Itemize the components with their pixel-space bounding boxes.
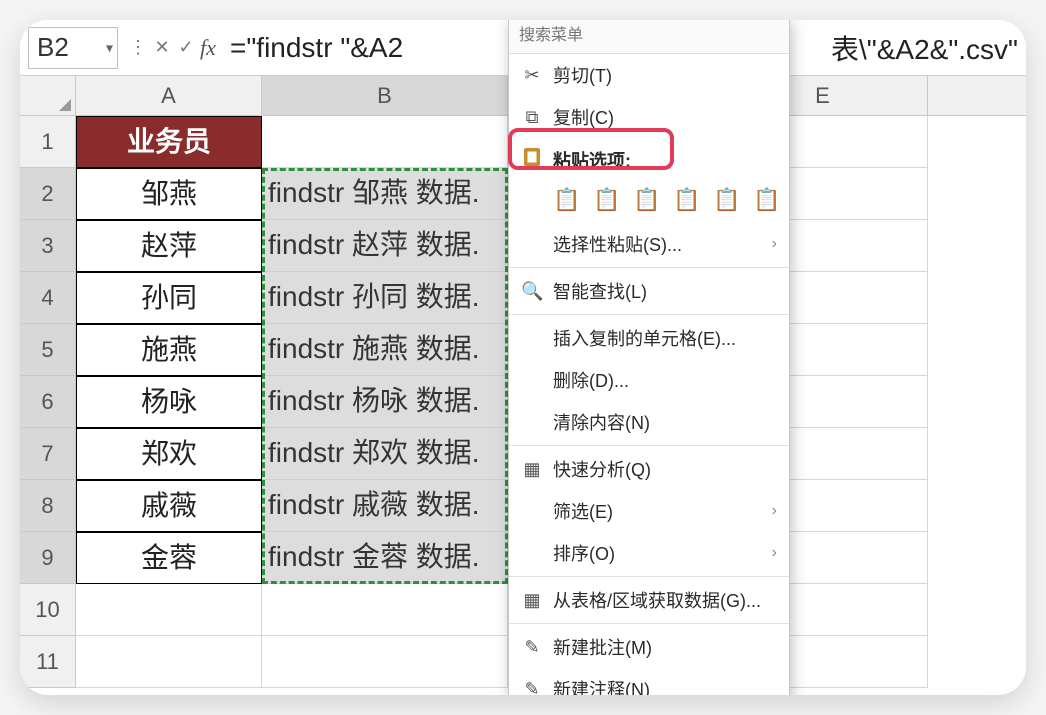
cell-b8[interactable]: findstr 戚薇 数据.	[262, 480, 508, 532]
cell-a9[interactable]: 金蓉	[76, 532, 262, 584]
formula-text-right: 表\"&A2&".csv"	[831, 28, 1018, 68]
menu-separator	[509, 445, 789, 446]
menu-label: 清除内容(N)	[553, 409, 777, 435]
menu-label: 从表格/区域获取数据(G)...	[553, 587, 777, 613]
chevron-right-icon: ›	[772, 502, 777, 520]
menu-label: 快速分析(Q)	[553, 456, 777, 482]
row-header[interactable]: 3	[20, 220, 76, 272]
menu-label: 剪切(T)	[553, 62, 777, 88]
menu-quick-analysis[interactable]: ▦ 快速分析(Q)	[509, 448, 789, 490]
name-box[interactable]: B2 ▾	[28, 27, 118, 69]
menu-label: 智能查找(L)	[553, 278, 777, 304]
cell-a4[interactable]: 孙同	[76, 272, 262, 324]
accept-icon[interactable]: ✓	[176, 37, 196, 58]
chevron-right-icon: ›	[772, 544, 777, 562]
menu-label: 筛选(E)	[553, 498, 762, 524]
note-icon: ✎	[521, 679, 543, 696]
cell-a8[interactable]: 戚薇	[76, 480, 262, 532]
cell-b9[interactable]: findstr 金蓉 数据.	[262, 532, 508, 584]
app-window: B2 ▾ ⋮ ✕ ✓ fx ="findstr "&A2 表\"&A2&".cs…	[20, 20, 1026, 695]
row-header[interactable]: 1	[20, 116, 76, 168]
menu-smart-lookup[interactable]: 🔍 智能查找(L)	[509, 270, 789, 312]
cell-b4[interactable]: findstr 孙同 数据.	[262, 272, 508, 324]
row-header[interactable]: 2	[20, 168, 76, 220]
dots-icon: ⋮	[128, 37, 148, 58]
menu-new-comment[interactable]: ✎ 新建批注(M)	[509, 626, 789, 668]
menu-search-input[interactable]	[509, 20, 789, 54]
menu-clear[interactable]: 清除内容(N)	[509, 401, 789, 443]
menu-sort[interactable]: 排序(O) ›	[509, 532, 789, 574]
cell-a7[interactable]: 郑欢	[76, 428, 262, 480]
row-header[interactable]: 10	[20, 584, 76, 636]
menu-label: 排序(O)	[553, 540, 762, 566]
cell-b2[interactable]: findstr 邹燕 数据.	[262, 168, 508, 220]
search-icon: 🔍	[521, 281, 543, 302]
menu-label: 粘贴选项:	[553, 147, 777, 173]
cell-a5[interactable]: 施燕	[76, 324, 262, 376]
context-menu: ✂ 剪切(T) ⧉ 复制(C) 粘贴选项: 📋 📋 📋 📋 📋 📋 选择性粘贴(…	[508, 20, 790, 695]
row-header[interactable]: 7	[20, 428, 76, 480]
formula-bar-controls: ⋮ ✕ ✓ fx	[124, 35, 224, 61]
cell-a10[interactable]	[76, 584, 262, 636]
paste-link-icon[interactable]: 📋	[753, 187, 779, 213]
cell-b3[interactable]: findstr 赵萍 数据.	[262, 220, 508, 272]
paste-formulas-icon[interactable]: 📋	[633, 187, 659, 213]
quick-analysis-icon: ▦	[521, 459, 543, 480]
clipboard-icon	[521, 146, 543, 173]
cell-b6[interactable]: findstr 杨咏 数据.	[262, 376, 508, 428]
scissors-icon: ✂	[521, 65, 543, 86]
copy-icon: ⧉	[521, 107, 543, 128]
menu-label: 插入复制的单元格(E)...	[553, 325, 777, 351]
col-header-a[interactable]: A	[76, 76, 262, 115]
fx-icon[interactable]: fx	[200, 35, 220, 61]
cell-b11[interactable]	[262, 636, 508, 688]
col-header-b[interactable]: B	[262, 76, 508, 115]
menu-delete[interactable]: 删除(D)...	[509, 359, 789, 401]
comment-icon: ✎	[521, 637, 543, 658]
menu-separator	[509, 267, 789, 268]
menu-copy[interactable]: ⧉ 复制(C)	[509, 96, 789, 138]
menu-filter[interactable]: 筛选(E) ›	[509, 490, 789, 532]
cell-b10[interactable]	[262, 584, 508, 636]
menu-paste-options-header: 粘贴选项:	[509, 138, 789, 181]
cell-a2[interactable]: 邹燕	[76, 168, 262, 220]
cell-a11[interactable]	[76, 636, 262, 688]
cell-a3[interactable]: 赵萍	[76, 220, 262, 272]
row-header[interactable]: 9	[20, 532, 76, 584]
row-header[interactable]: 6	[20, 376, 76, 428]
row-header[interactable]: 4	[20, 272, 76, 324]
menu-label: 新建注释(N)	[553, 676, 777, 695]
menu-insert-copied[interactable]: 插入复制的单元格(E)...	[509, 317, 789, 359]
menu-paste-special[interactable]: 选择性粘贴(S)... ›	[509, 223, 789, 265]
cell-a6[interactable]: 杨咏	[76, 376, 262, 428]
menu-cut[interactable]: ✂ 剪切(T)	[509, 54, 789, 96]
menu-separator	[509, 623, 789, 624]
paste-formatting-icon[interactable]: 📋	[713, 187, 739, 213]
row-header[interactable]: 11	[20, 636, 76, 688]
cell-b7[interactable]: findstr 郑欢 数据.	[262, 428, 508, 480]
paste-values-icon[interactable]: 📋	[593, 187, 619, 213]
menu-new-note[interactable]: ✎ 新建注释(N)	[509, 668, 789, 695]
menu-separator	[509, 576, 789, 577]
menu-label: 复制(C)	[553, 104, 777, 130]
menu-label: 新建批注(M)	[553, 634, 777, 660]
paste-transpose-icon[interactable]: 📋	[673, 187, 699, 213]
paste-options-icons: 📋 📋 📋 📋 📋 📋	[509, 181, 789, 223]
cancel-icon[interactable]: ✕	[152, 37, 172, 58]
paste-icon[interactable]: 📋	[553, 187, 579, 213]
menu-from-table[interactable]: ▦ 从表格/区域获取数据(G)...	[509, 579, 789, 621]
name-box-value: B2	[37, 32, 69, 63]
cell-b5[interactable]: findstr 施燕 数据.	[262, 324, 508, 376]
row-header[interactable]: 5	[20, 324, 76, 376]
chevron-right-icon: ›	[772, 235, 777, 253]
cell-a1[interactable]: 业务员	[76, 116, 262, 168]
cell-b1[interactable]	[262, 116, 508, 168]
select-all-corner[interactable]	[20, 76, 76, 115]
table-icon: ▦	[521, 590, 543, 611]
menu-label: 选择性粘贴(S)...	[553, 231, 762, 257]
menu-label: 删除(D)...	[553, 367, 777, 393]
chevron-down-icon[interactable]: ▾	[106, 39, 113, 56]
row-header[interactable]: 8	[20, 480, 76, 532]
menu-separator	[509, 314, 789, 315]
